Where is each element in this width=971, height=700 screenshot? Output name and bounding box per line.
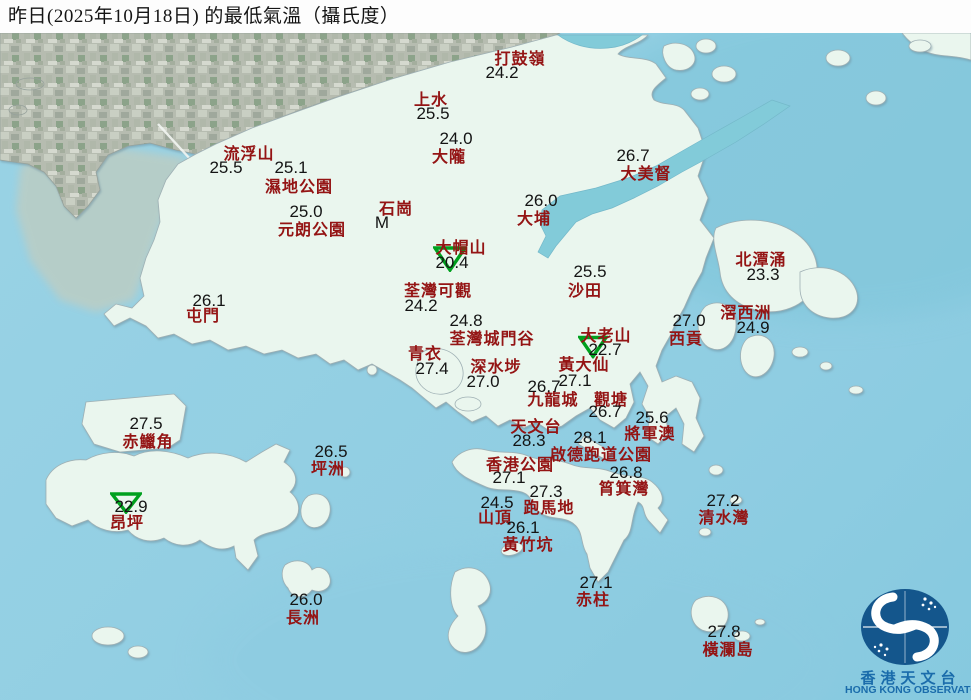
station-value: 27.1 <box>492 468 526 487</box>
station-value: 24.9 <box>736 318 770 337</box>
min-temperature-map: 昨日(2025年10月18日) 的最低氣溫（攝氏度） 24.2 打鼓嶺 25.5 上水… <box>0 0 971 700</box>
station-value: M <box>374 213 390 232</box>
station-value: 25.1 <box>274 158 308 177</box>
hko-logo: 香港天文台 HONG KONG OBSERVATORY <box>845 583 971 698</box>
station-value: 22.7 <box>588 340 622 359</box>
station-value: 24.0 <box>439 129 473 148</box>
station-value: 25.6 <box>635 408 669 427</box>
station-value: 26.5 <box>314 442 348 461</box>
title-bar: 昨日(2025年10月18日) 的最低氣溫（攝氏度） <box>0 0 971 33</box>
station-value: 26.0 <box>289 590 323 609</box>
station-value: 27.5 <box>129 414 163 433</box>
station-value: 20.4 <box>435 253 469 272</box>
station-value: 24.8 <box>449 311 483 330</box>
station-value: 27.3 <box>529 482 563 501</box>
station-value: 25.0 <box>289 202 323 221</box>
station-value: 27.8 <box>707 622 741 641</box>
station-value: 25.5 <box>416 104 450 123</box>
station-value: 22.9 <box>114 497 148 516</box>
station-value: 24.5 <box>480 493 514 512</box>
station-value: 25.5 <box>209 158 243 177</box>
station-value: 27.2 <box>706 491 740 510</box>
page-title: 昨日(2025年10月18日) 的最低氣溫（攝氏度） <box>8 6 400 27</box>
stations-layer: 24.2 打鼓嶺 25.5 上水 24.0 大隴 25.5 流浮山 25.1 濕地公園 25.0 元朗… <box>0 0 971 700</box>
hko-logo-name-en: HONG KONG OBSERVATORY <box>845 684 971 696</box>
station-value: 26.7 <box>616 146 650 165</box>
station-value: 26.0 <box>524 191 558 210</box>
station-value: 26.8 <box>609 463 643 482</box>
station-value: 27.4 <box>415 359 449 378</box>
hko-logo-icon <box>861 589 949 665</box>
station-value: 26.7 <box>588 402 622 421</box>
station-value: 26.1 <box>192 291 226 310</box>
station-value: 27.1 <box>558 371 592 390</box>
station-value: 24.2 <box>485 63 519 82</box>
station-value: 27.0 <box>466 372 500 391</box>
station-value: 24.2 <box>404 296 438 315</box>
station-value: 23.3 <box>746 265 780 284</box>
station-value: 28.3 <box>512 431 546 450</box>
station-value: 28.1 <box>573 428 607 447</box>
station-value: 26.7 <box>527 377 561 396</box>
station-value: 26.1 <box>506 518 540 537</box>
station-value: 25.5 <box>573 262 607 281</box>
station-value: 27.1 <box>579 573 613 592</box>
station-value: 27.0 <box>672 311 706 330</box>
